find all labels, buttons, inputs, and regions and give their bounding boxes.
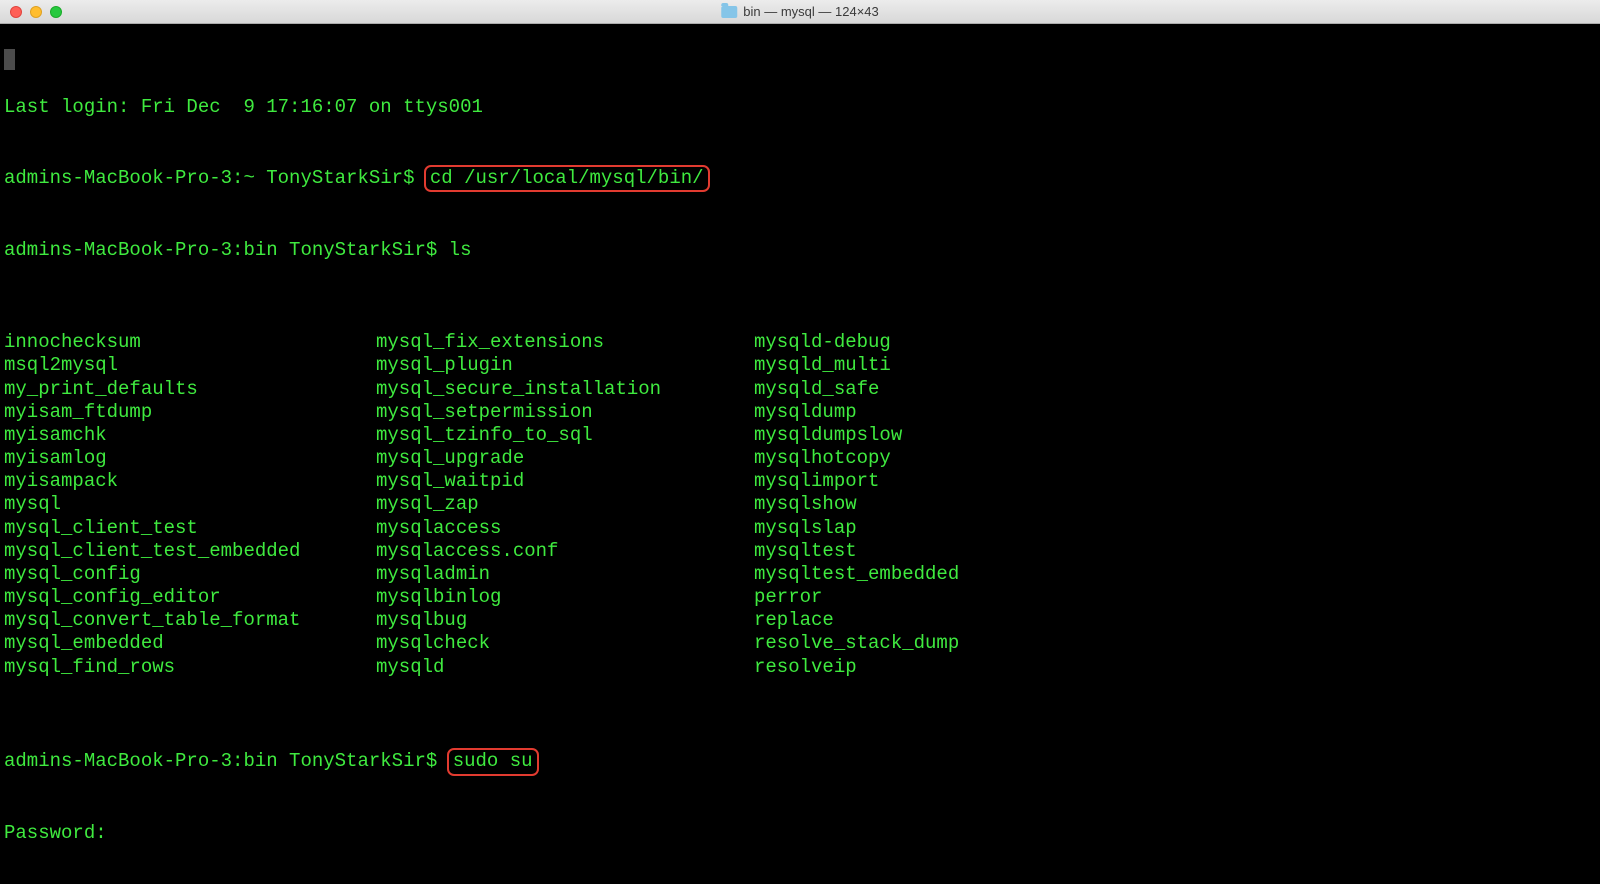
output-line: Password: (4, 822, 1596, 845)
ls-row: mysql_find_rowsmysqldresolveip (4, 656, 1596, 679)
ls-item: mysql_secure_installation (376, 378, 754, 401)
terminal-window: bin — mysql — 124×43 Last login: Fri Dec… (0, 0, 1600, 884)
ls-item: mysqld (376, 656, 754, 679)
ls-item: my_print_defaults (4, 378, 376, 401)
ls-row: myisamlogmysql_upgrademysqlhotcopy (4, 447, 1596, 470)
ls-item: innochecksum (4, 331, 376, 354)
ls-row: myisampackmysql_waitpidmysqlimport (4, 470, 1596, 493)
ls-item: mysql_waitpid (376, 470, 754, 493)
output-line: admins-MacBook-Pro-3:bin TonyStarkSir$ l… (4, 239, 1596, 262)
highlighted-command: sudo su (447, 748, 539, 775)
ls-item: mysql_plugin (376, 354, 754, 377)
ls-row: msql2mysqlmysql_pluginmysqld_multi (4, 354, 1596, 377)
output-line: Last login: Fri Dec 9 17:16:07 on ttys00… (4, 96, 1596, 119)
ls-item: replace (754, 609, 1596, 632)
minimize-button[interactable] (30, 6, 42, 18)
zoom-button[interactable] (50, 6, 62, 18)
ls-item: myisamchk (4, 424, 376, 447)
ls-item: mysqlbug (376, 609, 754, 632)
ls-row: my_print_defaultsmysql_secure_installati… (4, 378, 1596, 401)
ls-item: myisam_ftdump (4, 401, 376, 424)
ls-row: mysqlmysql_zapmysqlshow (4, 493, 1596, 516)
output-line: admins-MacBook-Pro-3:~ TonyStarkSir$ cd … (4, 165, 1596, 192)
ls-item: mysqlhotcopy (754, 447, 1596, 470)
ls-output: innochecksummysql_fix_extensionsmysqld-d… (4, 331, 1596, 679)
ls-item: mysql (4, 493, 376, 516)
ls-item: mysql_convert_table_format (4, 609, 376, 632)
ls-item: mysql_setpermission (376, 401, 754, 424)
terminal-content[interactable]: Last login: Fri Dec 9 17:16:07 on ttys00… (0, 24, 1600, 884)
prompt-text: admins-MacBook-Pro-3:~ TonyStarkSir$ (4, 167, 426, 189)
ls-item: myisamlog (4, 447, 376, 470)
ls-row: myisamchkmysql_tzinfo_to_sqlmysqldumpslo… (4, 424, 1596, 447)
output-line: admins-MacBook-Pro-3:bin TonyStarkSir$ s… (4, 748, 1596, 775)
ls-item: resolveip (754, 656, 1596, 679)
ls-row: myisam_ftdumpmysql_setpermissionmysqldum… (4, 401, 1596, 424)
ls-item: mysql_upgrade (376, 447, 754, 470)
ls-item: mysqlimport (754, 470, 1596, 493)
ls-row: mysql_client_testmysqlaccessmysqlslap (4, 517, 1596, 540)
titlebar[interactable]: bin — mysql — 124×43 (0, 0, 1600, 24)
ls-item: mysqld_multi (754, 354, 1596, 377)
ls-item: mysqlslap (754, 517, 1596, 540)
ls-item: mysqldumpslow (754, 424, 1596, 447)
ls-item: resolve_stack_dump (754, 632, 1596, 655)
folder-icon (721, 6, 737, 18)
ls-item: perror (754, 586, 1596, 609)
ls-item: mysql_config_editor (4, 586, 376, 609)
ls-row: mysql_config_editormysqlbinlogperror (4, 586, 1596, 609)
ls-item: mysqltest_embedded (754, 563, 1596, 586)
ls-row: innochecksummysql_fix_extensionsmysqld-d… (4, 331, 1596, 354)
ls-item: mysql_zap (376, 493, 754, 516)
highlighted-command: cd /usr/local/mysql/bin/ (424, 165, 710, 192)
ls-item: mysql_client_test (4, 517, 376, 540)
window-title: bin — mysql — 124×43 (721, 4, 878, 19)
ls-item: mysqlbinlog (376, 586, 754, 609)
ls-item: msql2mysql (4, 354, 376, 377)
close-button[interactable] (10, 6, 22, 18)
ls-item: mysql_find_rows (4, 656, 376, 679)
ls-item: mysql_config (4, 563, 376, 586)
traffic-lights (10, 6, 62, 18)
ls-row: mysql_configmysqladminmysqltest_embedded (4, 563, 1596, 586)
ls-item: mysqltest (754, 540, 1596, 563)
ls-item: mysqld-debug (754, 331, 1596, 354)
ls-item: mysqlaccess.conf (376, 540, 754, 563)
ls-item: mysqlaccess (376, 517, 754, 540)
ls-item: mysqlcheck (376, 632, 754, 655)
ls-item: mysqld_safe (754, 378, 1596, 401)
ls-item: myisampack (4, 470, 376, 493)
ls-row: mysql_client_test_embeddedmysqlaccess.co… (4, 540, 1596, 563)
ls-item: mysql_client_test_embedded (4, 540, 376, 563)
ls-row: mysql_convert_table_formatmysqlbugreplac… (4, 609, 1596, 632)
ls-row: mysql_embeddedmysqlcheckresolve_stack_du… (4, 632, 1596, 655)
cursor (4, 49, 15, 70)
ls-item: mysqladmin (376, 563, 754, 586)
ls-item: mysqlshow (754, 493, 1596, 516)
window-title-text: bin — mysql — 124×43 (743, 4, 878, 19)
ls-item: mysql_fix_extensions (376, 331, 754, 354)
ls-item: mysql_embedded (4, 632, 376, 655)
ls-item: mysql_tzinfo_to_sql (376, 424, 754, 447)
prompt-text: admins-MacBook-Pro-3:bin TonyStarkSir$ (4, 750, 449, 772)
ls-item: mysqldump (754, 401, 1596, 424)
